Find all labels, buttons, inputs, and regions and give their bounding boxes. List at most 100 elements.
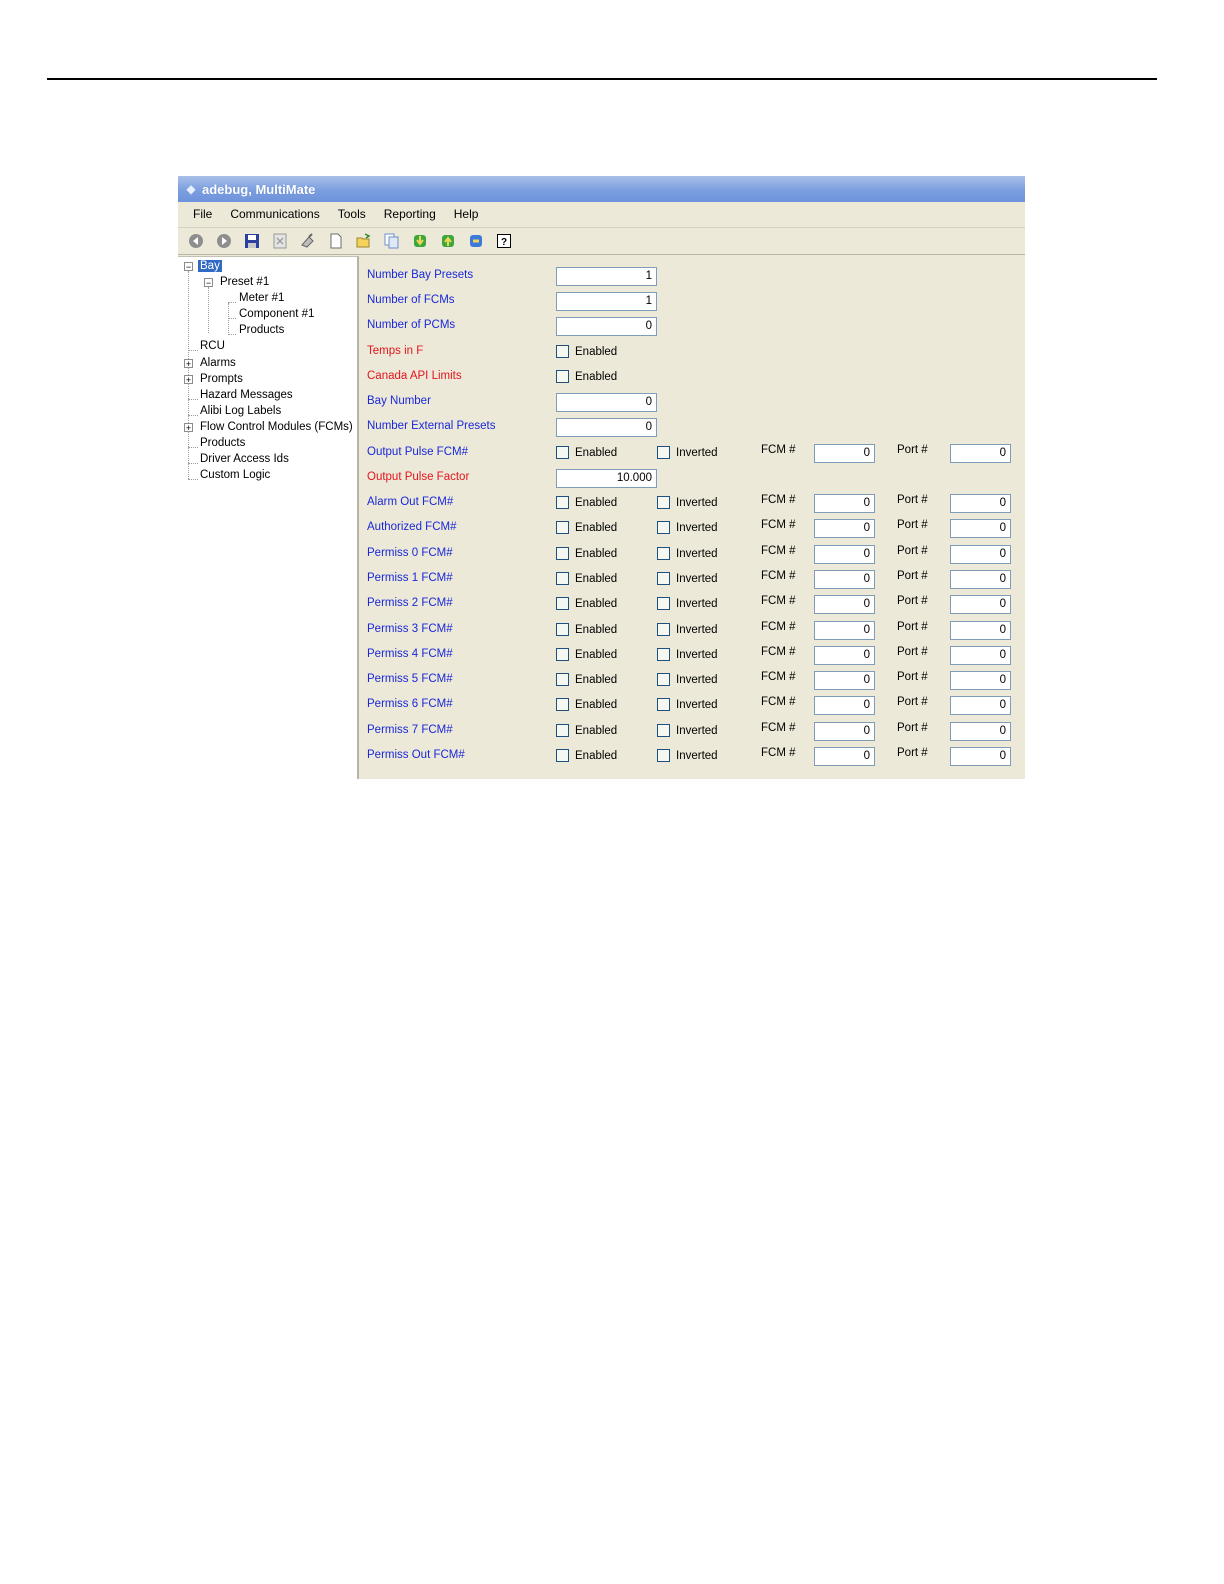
port-number-input[interactable]: 0 <box>950 545 1011 564</box>
tree-item-preset[interactable]: Preset #1 <box>218 274 271 290</box>
port-number-input[interactable]: 0 <box>950 747 1011 766</box>
tree-item-alibi-log-labels[interactable]: Alibi Log Labels <box>198 403 283 419</box>
number-bay-presets-input[interactable]: 1 <box>556 267 657 286</box>
inverted-checkbox[interactable] <box>657 521 670 534</box>
number-external-presets-input[interactable]: 0 <box>556 418 657 437</box>
forward-icon[interactable] <box>215 232 233 250</box>
fcm-number-input[interactable]: 0 <box>814 646 875 665</box>
fcm-row-label: Alarm Out FCM# <box>367 496 454 508</box>
inverted-checkbox[interactable] <box>657 572 670 585</box>
inverted-checkbox[interactable] <box>657 724 670 737</box>
tree-item-preset-products[interactable]: Products <box>237 322 286 338</box>
port-number-input[interactable]: 0 <box>950 519 1011 538</box>
expand-icon[interactable]: + <box>184 423 193 433</box>
enabled-checkbox[interactable] <box>556 446 569 459</box>
tree-item-rcu[interactable]: RCU <box>198 338 227 354</box>
back-icon[interactable] <box>187 232 205 250</box>
connect-icon[interactable] <box>467 232 485 250</box>
port-number-input[interactable]: 0 <box>950 621 1011 640</box>
fcm-number-input[interactable]: 0 <box>814 494 875 513</box>
menu-reporting[interactable]: Reporting <box>375 202 445 227</box>
new-icon[interactable] <box>327 232 345 250</box>
fcm-number-input[interactable]: 0 <box>814 519 875 538</box>
expand-icon[interactable]: + <box>184 359 193 369</box>
port-number-input[interactable]: 0 <box>950 646 1011 665</box>
tree-item-fcms[interactable]: Flow Control Modules (FCMs) <box>198 419 355 435</box>
help-icon[interactable]: ? <box>495 232 513 250</box>
fcm-number-input[interactable]: 0 <box>814 595 875 614</box>
port-number-input[interactable]: 0 <box>950 671 1011 690</box>
port-number-input[interactable]: 0 <box>950 444 1011 463</box>
enabled-checkbox[interactable] <box>556 572 569 585</box>
port-number-input[interactable]: 0 <box>950 570 1011 589</box>
enabled-checkbox[interactable] <box>556 547 569 560</box>
tree-item-alarms[interactable]: Alarms <box>198 355 238 371</box>
fcm-number-input[interactable]: 0 <box>814 444 875 463</box>
inverted-checkbox[interactable] <box>657 623 670 636</box>
fcm-row-label: Permiss 7 FCM# <box>367 724 453 736</box>
enabled-checkbox[interactable] <box>556 521 569 534</box>
tree-item-custom-logic[interactable]: Custom Logic <box>198 467 272 483</box>
fcm-number-input[interactable]: 0 <box>814 570 875 589</box>
enabled-checkbox[interactable] <box>556 496 569 509</box>
inverted-checkbox[interactable] <box>657 648 670 661</box>
inverted-checkbox[interactable] <box>657 749 670 762</box>
toolbar: ? <box>178 228 1025 255</box>
download-icon[interactable] <box>411 232 429 250</box>
upload-icon[interactable] <box>439 232 457 250</box>
fcm-number-input[interactable]: 0 <box>814 545 875 564</box>
fcm-row: Permiss 7 FCM# Enabled Inverted FCM # 0 … <box>359 721 1025 743</box>
inverted-checkbox[interactable] <box>657 597 670 610</box>
collapse-icon[interactable]: − <box>204 278 213 288</box>
tree-item-hazard-messages[interactable]: Hazard Messages <box>198 387 295 403</box>
fcm-number-label: FCM # <box>761 696 796 708</box>
inverted-label: Inverted <box>676 649 718 661</box>
number-of-pcms-input[interactable]: 0 <box>556 317 657 336</box>
tree-item-bay[interactable]: Bay <box>198 258 222 274</box>
port-number-input[interactable]: 0 <box>950 595 1011 614</box>
fcm-number-input[interactable]: 0 <box>814 747 875 766</box>
fcm-number-input[interactable]: 0 <box>814 671 875 690</box>
enabled-label: Enabled <box>575 573 618 585</box>
clear-icon[interactable] <box>299 232 317 250</box>
fcm-number-input[interactable]: 0 <box>814 722 875 741</box>
tree-item-prompts[interactable]: Prompts <box>198 371 245 387</box>
output-pulse-factor-input[interactable]: 10.000 <box>556 469 657 488</box>
inverted-checkbox[interactable] <box>657 547 670 560</box>
menu-communications[interactable]: Communications <box>221 202 328 227</box>
enabled-checkbox[interactable] <box>556 724 569 737</box>
copy-icon[interactable] <box>383 232 401 250</box>
enabled-checkbox[interactable] <box>556 698 569 711</box>
inverted-checkbox[interactable] <box>657 446 670 459</box>
enabled-checkbox[interactable] <box>556 623 569 636</box>
tree-item-component[interactable]: Component #1 <box>237 306 316 322</box>
enabled-checkbox[interactable] <box>556 673 569 686</box>
bay-number-input[interactable]: 0 <box>556 393 657 412</box>
enabled-checkbox[interactable] <box>556 597 569 610</box>
save-icon[interactable] <box>243 232 261 250</box>
port-number-label: Port # <box>897 722 928 734</box>
fcm-number-input[interactable]: 0 <box>814 621 875 640</box>
port-number-input[interactable]: 0 <box>950 494 1011 513</box>
menu-tools[interactable]: Tools <box>329 202 375 227</box>
temps-in-f-checkbox[interactable] <box>556 345 569 358</box>
inverted-checkbox[interactable] <box>657 496 670 509</box>
collapse-icon[interactable]: − <box>184 262 193 272</box>
enabled-checkbox[interactable] <box>556 749 569 762</box>
tree-item-products[interactable]: Products <box>198 435 247 451</box>
tree-item-meter[interactable]: Meter #1 <box>237 290 286 306</box>
menu-file[interactable]: File <box>184 202 221 227</box>
port-number-input[interactable]: 0 <box>950 722 1011 741</box>
inverted-checkbox[interactable] <box>657 698 670 711</box>
number-of-fcms-input[interactable]: 1 <box>556 292 657 311</box>
tree-item-driver-access-ids[interactable]: Driver Access Ids <box>198 451 291 467</box>
port-number-input[interactable]: 0 <box>950 696 1011 715</box>
expand-icon[interactable]: + <box>184 375 193 385</box>
menu-help[interactable]: Help <box>445 202 488 227</box>
fcm-number-input[interactable]: 0 <box>814 696 875 715</box>
delete-icon[interactable] <box>271 232 289 250</box>
canada-api-limits-checkbox[interactable] <box>556 370 569 383</box>
enabled-checkbox[interactable] <box>556 648 569 661</box>
inverted-checkbox[interactable] <box>657 673 670 686</box>
open-icon[interactable] <box>355 232 373 250</box>
